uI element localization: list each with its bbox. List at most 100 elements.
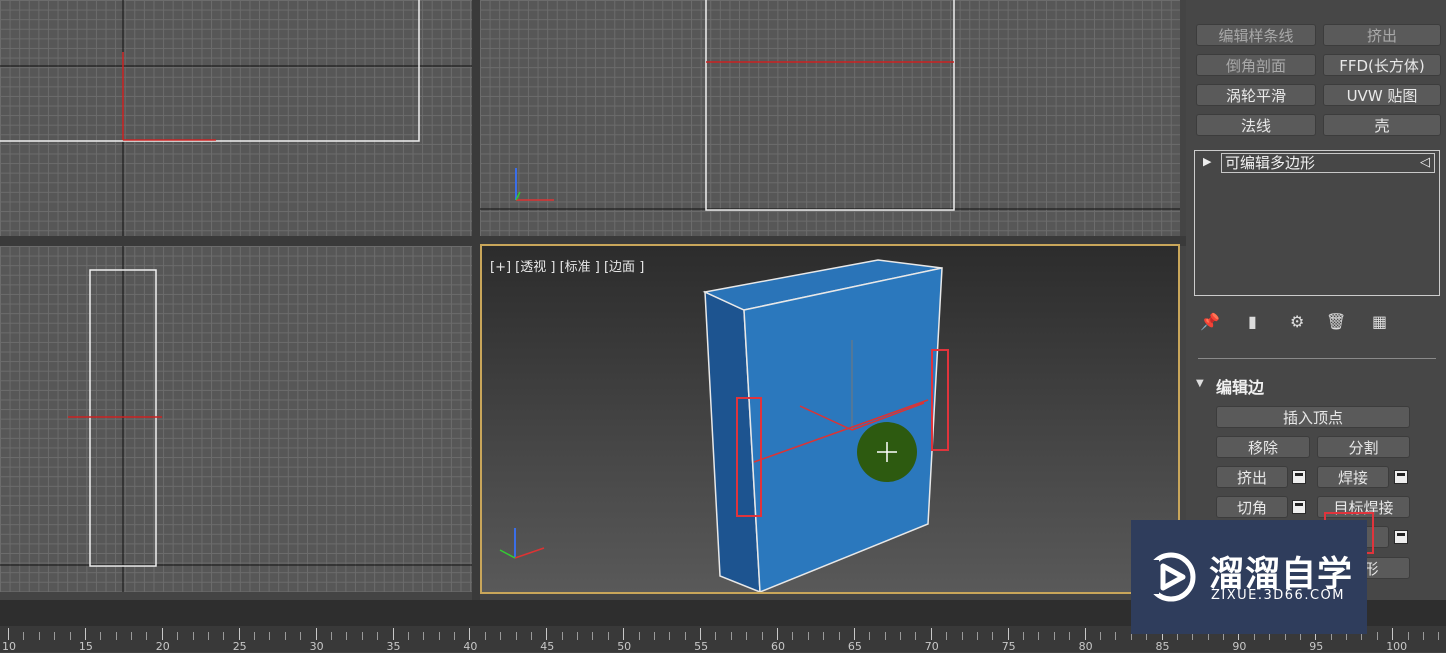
ruler-tick (469, 628, 471, 640)
viewport-front-content (480, 0, 1180, 211)
ruler-tick-label: 55 (694, 640, 709, 653)
ruler-tick (1392, 628, 1394, 640)
ruler-tick (115, 632, 117, 640)
viewport-front[interactable] (480, 0, 1180, 236)
extrude-button[interactable]: 挤出 (1216, 466, 1288, 488)
ruler-tick (100, 632, 102, 640)
ruler-tick (23, 632, 25, 640)
weld-settings-button[interactable] (1394, 470, 1408, 484)
ruler-tick (346, 632, 348, 640)
chamfer-settings-button[interactable] (1292, 500, 1306, 514)
stack-item-label: 可编辑多边形 (1225, 154, 1316, 172)
ruler-tick (1407, 632, 1409, 640)
insert-vertex-button[interactable]: 插入顶点 (1216, 406, 1410, 428)
modifier-ffd-box-button[interactable]: FFD(长方体) (1323, 54, 1441, 76)
modifier-shell-button[interactable]: 壳 (1323, 114, 1441, 136)
ruler-tick (700, 628, 702, 640)
ruler-tick-label: 90 (1232, 640, 1247, 653)
ruler-tick-label: 65 (847, 640, 862, 653)
ruler-tick-label: 85 (1155, 640, 1170, 653)
ruler-tick (530, 632, 532, 640)
ruler-tick (930, 628, 932, 640)
viewport-top[interactable] (0, 0, 472, 236)
weld-button[interactable]: 焊接 (1317, 466, 1389, 488)
ruler-tick (853, 628, 855, 640)
ruler-tick (192, 632, 194, 640)
ruler-tick (715, 632, 717, 640)
modifier-stack[interactable]: ▶ 可编辑多边形 ◁ (1194, 150, 1440, 296)
watermark-url: ZIXUE.3D66.COM (1211, 588, 1345, 603)
ruler-tick (976, 632, 978, 640)
extrude-settings-button[interactable] (1292, 470, 1306, 484)
ruler-tick (284, 632, 286, 640)
stack-item-editable-poly[interactable]: 可编辑多边形 ◁ (1221, 153, 1435, 173)
ruler-tick (607, 632, 609, 640)
ruler-tick (761, 632, 763, 640)
remove-modifier-icon[interactable]: 🗑 (1326, 312, 1346, 331)
ruler-tick (269, 632, 271, 640)
ruler-tick (423, 632, 425, 640)
ruler-tick (838, 632, 840, 640)
viewport-perspective[interactable]: [+] [透视 ] [标准 ] [边面 ] (480, 244, 1180, 594)
expand-arrow-icon[interactable]: ▶ (1203, 155, 1211, 168)
ruler-tick (823, 632, 825, 640)
ruler-tick (869, 632, 871, 640)
ruler-tick (792, 632, 794, 640)
ruler-tick (1023, 632, 1025, 640)
ruler-tick (946, 632, 948, 640)
play-logo-icon (1145, 552, 1196, 602)
ruler-tick (300, 632, 302, 640)
ruler-tick (653, 632, 655, 640)
watermark-logo: 溜溜自学 ZIXUE.3D66.COM (1131, 520, 1367, 634)
make-unique-icon[interactable]: ⚙ (1290, 312, 1304, 331)
ruler-tick-label: 35 (386, 640, 401, 653)
modifier-bevel-profile-button[interactable]: 倒角剖面 (1196, 54, 1316, 76)
ruler-tick-label: 15 (78, 640, 93, 653)
viewport-left[interactable] (0, 246, 472, 592)
remove-button[interactable]: 移除 (1216, 436, 1310, 458)
ruler-tick (330, 632, 332, 640)
collapse-arrow-icon[interactable]: ▼ (1196, 378, 1204, 389)
configure-sets-icon[interactable]: ▦ (1372, 312, 1387, 331)
ruler-tick (254, 632, 256, 640)
ruler-tick-label: 40 (463, 640, 478, 653)
ruler-tick (961, 632, 963, 640)
ruler-tick (1084, 628, 1086, 640)
chamfer-button[interactable]: 切角 (1216, 496, 1288, 518)
show-end-result-icon[interactable]: ▮ (1248, 312, 1257, 331)
ruler-tick (177, 632, 179, 640)
modifier-extrude-button[interactable]: 挤出 (1323, 24, 1441, 46)
split-button[interactable]: 分割 (1317, 436, 1410, 458)
ruler-tick (992, 632, 994, 640)
rollout-divider (1198, 358, 1436, 359)
ruler-tick (38, 632, 40, 640)
ruler-tick-label: 30 (309, 640, 324, 653)
ruler-tick (146, 632, 148, 640)
ruler-tick (730, 632, 732, 640)
modifier-uvw-map-button[interactable]: UVW 贴图 (1323, 84, 1441, 106)
rollout-title[interactable]: 编辑边 (1216, 374, 1264, 398)
ruler-tick (915, 632, 917, 640)
pin-stack-icon[interactable]: 📌 (1200, 312, 1220, 331)
ruler-tick (315, 628, 317, 640)
ruler-tick (561, 632, 563, 640)
ruler-tick (1053, 632, 1055, 640)
viewport-top-content (0, 0, 472, 236)
triangle-icon: ◁ (1420, 155, 1430, 170)
ruler-tick (484, 632, 486, 640)
ruler-tick (500, 632, 502, 640)
modifier-edit-spline-button[interactable]: 编辑样条线 (1196, 24, 1316, 46)
ruler-tick (1422, 632, 1424, 640)
viewport-divider-vertical[interactable] (472, 0, 480, 600)
ruler-tick (238, 628, 240, 640)
modifier-turbosmooth-button[interactable]: 涡轮平滑 (1196, 84, 1316, 106)
ruler-tick-label: 80 (1078, 640, 1093, 653)
bridge-settings-button[interactable] (1394, 530, 1408, 544)
ruler-tick (377, 632, 379, 640)
ruler-tick (669, 632, 671, 640)
modifier-normal-button[interactable]: 法线 (1196, 114, 1316, 136)
ruler-tick (392, 628, 394, 640)
ruler-tick (161, 628, 163, 640)
ruler-tick (8, 628, 9, 640)
ruler-tick-label: 20 (155, 640, 170, 653)
